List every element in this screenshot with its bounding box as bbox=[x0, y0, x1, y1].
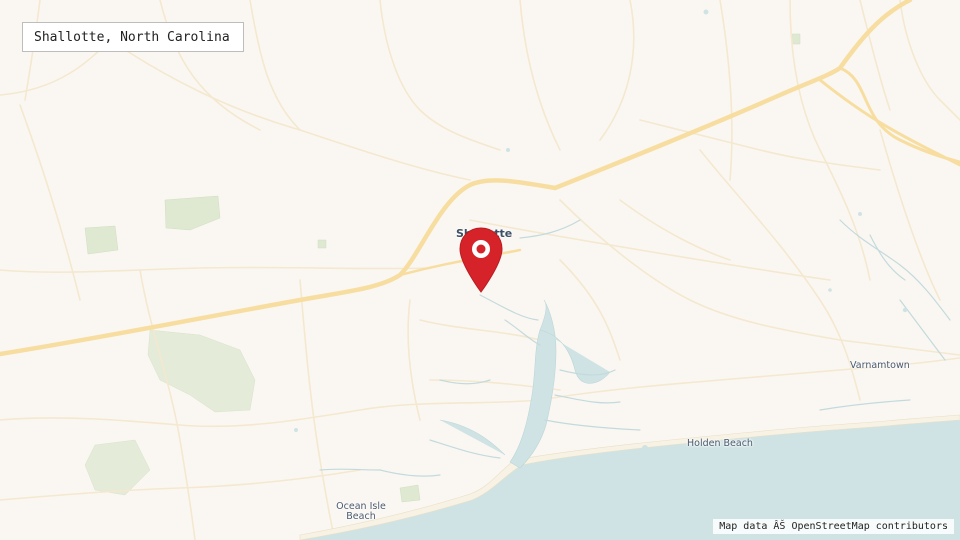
map-pin-icon[interactable] bbox=[458, 226, 504, 294]
map-attribution[interactable]: Map data ÂŠ OpenStreetMap contributors bbox=[713, 519, 954, 534]
place-label-varnamtown: Varnamtown bbox=[850, 360, 910, 371]
place-label-holden-beach: Holden Beach bbox=[687, 438, 753, 449]
place-label-ocean-isle-beach: Ocean Isle Beach bbox=[336, 501, 386, 522]
map-title: Shallotte, North Carolina bbox=[22, 22, 244, 52]
